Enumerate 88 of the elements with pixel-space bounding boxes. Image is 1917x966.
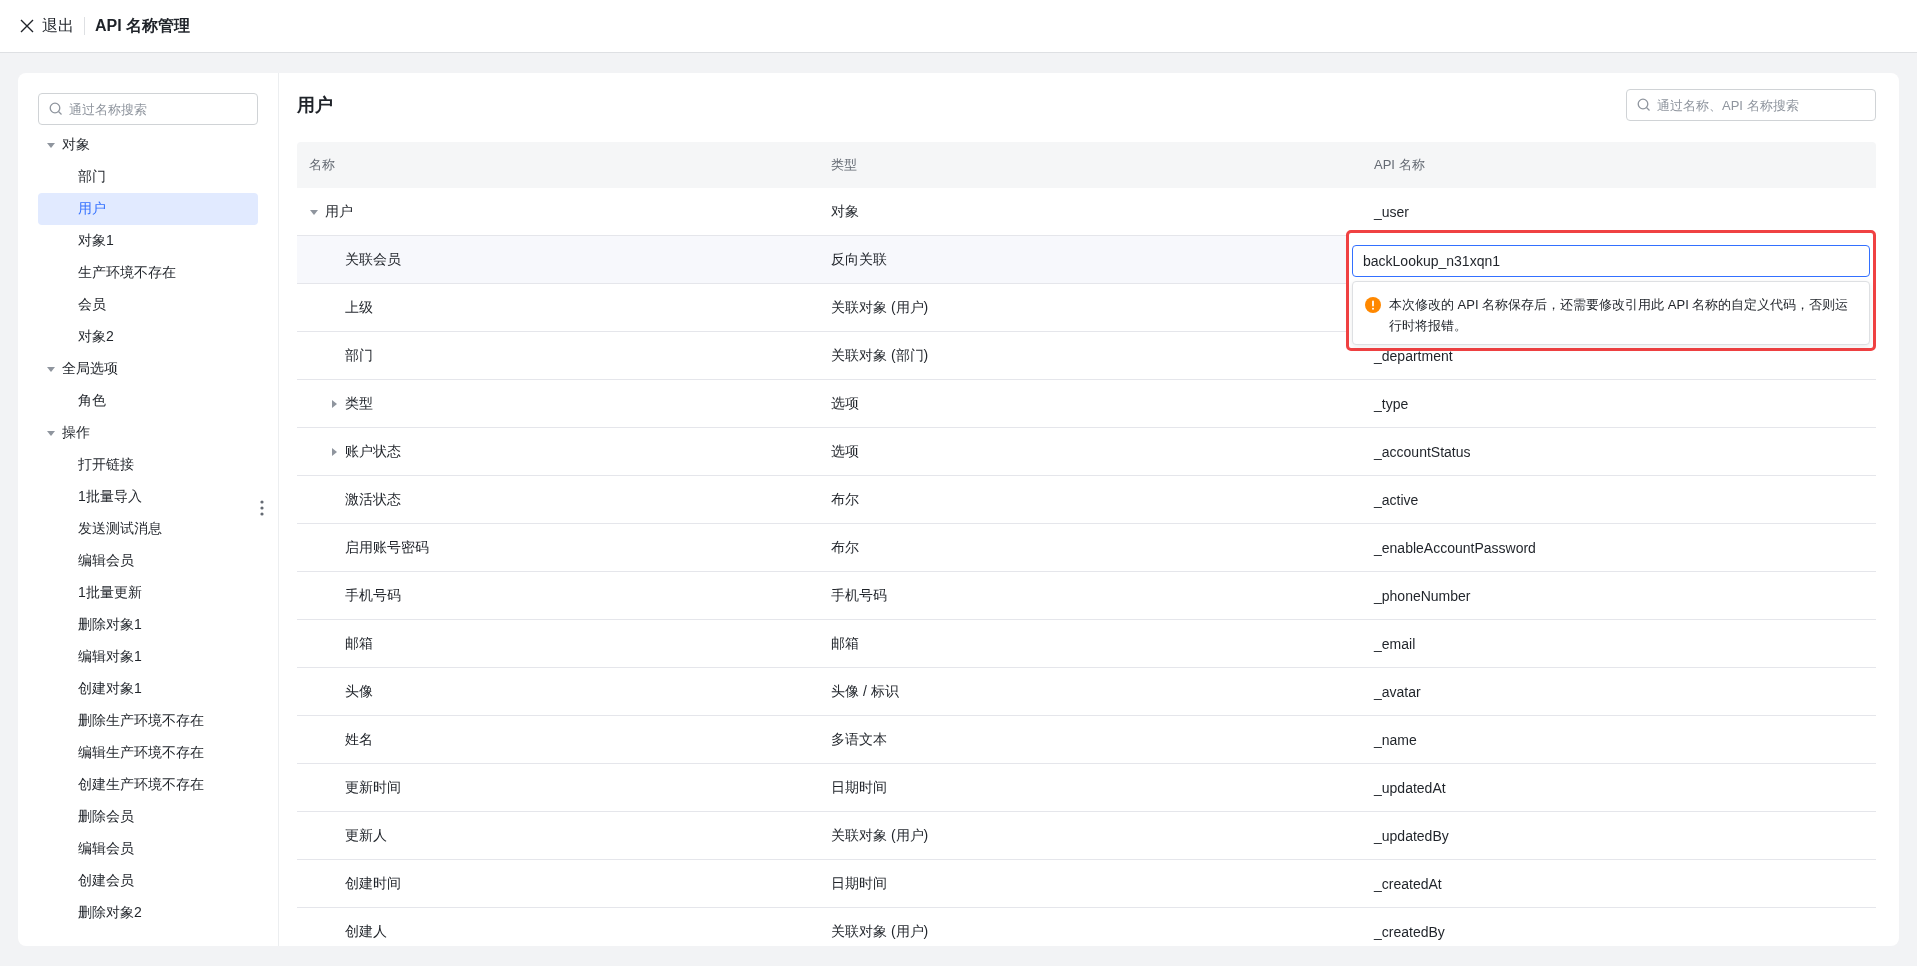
column-header: 名称 [308,156,336,174]
tree-item[interactable]: 删除对象1 [38,609,258,641]
tree-item[interactable]: 生产环境不存在 [38,257,258,289]
name-cell: 手机号码 [345,586,401,605]
tree-group[interactable]: 操作 [38,417,258,449]
api-name-cell: _enableAccountPassword [1374,539,1536,556]
name-cell: 启用账号密码 [345,538,429,557]
search-icon [49,102,63,116]
caret-right-icon[interactable] [329,398,339,409]
type-cell: 邮箱 [831,634,859,653]
tree-item[interactable]: 编辑生产环境不存在 [38,737,258,769]
type-cell: 布尔 [831,538,859,557]
tree-item[interactable]: 1批量导入 [38,481,258,513]
tree-item[interactable]: 删除生产环境不存在 [38,705,258,737]
name-cell: 上级 [345,298,373,317]
api-name-cell: _createdAt [1374,875,1442,892]
type-cell: 选项 [831,394,859,413]
tree-group[interactable]: 对象 [38,129,258,161]
type-cell: 手机号码 [831,586,887,605]
api-name-cell: _updatedBy [1374,827,1449,844]
tree-item[interactable]: 会员 [38,289,258,321]
tree-item[interactable]: 编辑会员 [38,545,258,577]
tree-item[interactable]: 部门 [38,161,258,193]
type-cell: 关联对象 (用户) [831,922,929,941]
api-name-cell: _avatar [1374,683,1421,700]
api-name-cell: _updatedAt [1374,779,1446,796]
tree-item[interactable]: 创建会员 [38,865,258,897]
tree-item[interactable]: 创建生产环境不存在 [38,769,258,801]
name-cell: 创建时间 [345,874,401,893]
type-cell: 选项 [831,442,859,461]
tree-item[interactable]: 1批量更新 [38,577,258,609]
type-cell: 反向关联 [831,250,887,269]
section-title: 用户 [297,94,333,117]
tree-item[interactable]: 用户 [38,193,258,225]
api-name-input[interactable]: backLookup_n31xqn1 [1352,245,1870,277]
close-icon [20,19,34,33]
tree-item[interactable]: 对象1 [38,225,258,257]
name-cell: 类型 [345,394,373,413]
type-cell: 布尔 [831,490,859,509]
api-name-cell: _user [1374,203,1410,220]
tree-item[interactable]: 打开链接 [38,449,258,481]
api-name-cell: _accountStatus [1374,443,1471,460]
api-name-cell: _phoneNumber [1374,587,1471,604]
warning-icon [1365,297,1381,313]
api-name-cell: _name [1374,731,1417,748]
name-cell: 邮箱 [345,634,373,653]
tree-group[interactable]: 全局选项 [38,353,258,385]
warning-text: 本次修改的 API 名称保存后，还需要修改引用此 API 名称的自定义代码，否则运行时将报错。 [1389,296,1850,335]
caret-down-icon[interactable] [46,428,56,438]
name-cell: 更新时间 [345,778,401,797]
tree-item[interactable]: 删除对象2 [38,897,258,929]
type-cell: 关联对象 (用户) [831,826,929,845]
name-cell: 更新人 [345,826,387,845]
caret-down-icon[interactable] [46,140,56,150]
column-header: API 名称 [1373,156,1426,174]
name-cell: 创建人 [345,922,387,941]
exit-button[interactable]: 退出 [20,15,74,37]
caret-right-icon[interactable] [329,446,339,457]
api-name-cell: _createdBy [1374,923,1445,940]
name-cell: 头像 [345,682,373,701]
tree-item[interactable]: 对象2 [38,321,258,353]
name-cell: 账户状态 [345,442,401,461]
api-name-cell: _active [1374,491,1419,508]
tree-item[interactable]: 创建对象1 [38,673,258,705]
search-field[interactable]: 通过名称搜索 [38,93,258,125]
type-cell: 对象 [831,202,859,221]
type-cell: 日期时间 [831,874,887,893]
name-cell: 用户 [325,202,353,221]
caret-down-icon[interactable] [46,364,56,374]
tree-item[interactable]: 删除会员 [38,801,258,833]
tree-item[interactable]: 发送测试消息 [38,513,258,545]
tree-item[interactable]: 编辑对象1 [38,641,258,673]
tree-item[interactable]: 编辑会员 [38,833,258,865]
tree-item[interactable]: 角色 [38,385,258,417]
type-cell: 关联对象 (用户) [831,298,929,317]
search-field[interactable]: 通过名称、API 名称搜索 [1626,89,1876,121]
name-cell: 姓名 [345,730,373,749]
search-icon [1637,98,1651,112]
type-cell: 多语文本 [831,730,887,749]
api-name-cell: _type [1374,395,1409,412]
type-cell: 日期时间 [831,778,887,797]
name-cell: 关联会员 [345,250,401,269]
page-title: API 名称管理 [95,15,191,36]
column-header: 类型 [830,156,858,174]
drag-handle-icon[interactable] [260,500,264,516]
name-cell: 激活状态 [345,490,401,509]
api-name-cell: _email [1374,635,1416,652]
type-cell: 头像 / 标识 [831,682,899,701]
